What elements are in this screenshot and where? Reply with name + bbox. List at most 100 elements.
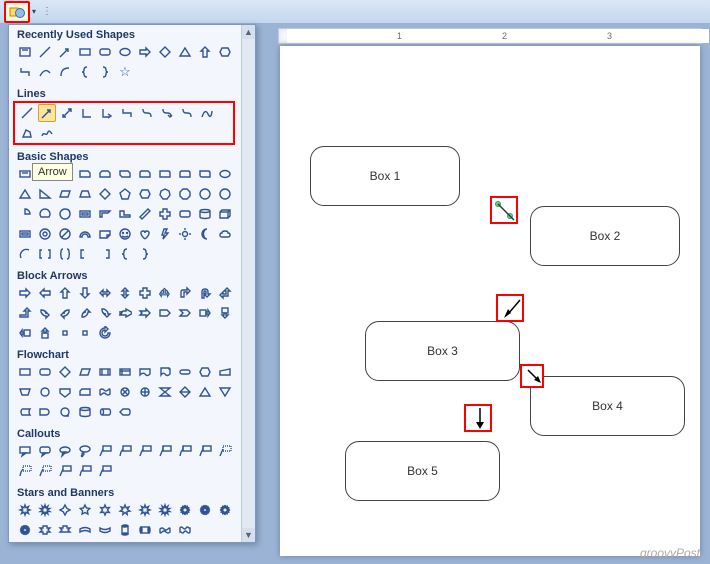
- curved-ribbon-up-icon[interactable]: [76, 521, 94, 539]
- panel-scrollbar[interactable]: ▲ ▼: [241, 25, 255, 542]
- line-icon[interactable]: [36, 43, 54, 61]
- delay-icon[interactable]: [36, 403, 54, 421]
- bevel-icon[interactable]: [16, 225, 34, 243]
- teardrop-icon[interactable]: [56, 205, 74, 223]
- diamond-icon[interactable]: [96, 185, 114, 203]
- rounded-rect-icon[interactable]: [96, 43, 114, 61]
- hexagon-icon[interactable]: [136, 185, 154, 203]
- curved-down-icon[interactable]: [96, 304, 114, 322]
- offpage-icon[interactable]: [56, 383, 74, 401]
- pentagon-icon[interactable]: [116, 185, 134, 203]
- star8-icon[interactable]: [136, 501, 154, 519]
- predefined-icon[interactable]: [96, 363, 114, 381]
- accent-border3-icon[interactable]: [96, 462, 114, 480]
- data-icon[interactable]: [76, 363, 94, 381]
- donut-icon[interactable]: [36, 225, 54, 243]
- chevron-icon[interactable]: [176, 304, 194, 322]
- up-callout-icon[interactable]: [36, 324, 54, 342]
- manual-op-icon[interactable]: [16, 383, 34, 401]
- sort-icon[interactable]: [176, 383, 194, 401]
- uturn-arrow-icon[interactable]: [196, 284, 214, 302]
- internal-storage-icon[interactable]: [116, 363, 134, 381]
- parallelogram-icon[interactable]: [56, 185, 74, 203]
- dodecagon-icon[interactable]: [216, 185, 234, 203]
- connector-handle-marker[interactable]: [490, 196, 518, 224]
- curved-arrow-icon[interactable]: [158, 104, 176, 122]
- stored-data-icon[interactable]: [16, 403, 34, 421]
- document-icon[interactable]: [136, 363, 154, 381]
- down-arrow-icon[interactable]: [76, 284, 94, 302]
- right-tri-icon[interactable]: [36, 185, 54, 203]
- moon-icon[interactable]: [196, 225, 214, 243]
- right-callout-icon[interactable]: [196, 304, 214, 322]
- elbow-arrow-icon[interactable]: [98, 104, 116, 122]
- scroll-up-icon[interactable]: ▲: [242, 25, 255, 39]
- star4-icon[interactable]: [56, 501, 74, 519]
- arrow-marker[interactable]: [520, 364, 544, 388]
- pentagon-arrow-icon[interactable]: [156, 304, 174, 322]
- curved-connector-icon[interactable]: [138, 104, 156, 122]
- l-shape-icon[interactable]: [116, 205, 134, 223]
- connector-icon[interactable]: [36, 383, 54, 401]
- up-arrow-icon[interactable]: [56, 284, 74, 302]
- process-icon[interactable]: [16, 363, 34, 381]
- insert-shapes-button[interactable]: [4, 1, 30, 23]
- star5-icon[interactable]: [76, 501, 94, 519]
- smiley-icon[interactable]: [116, 225, 134, 243]
- explosion1-icon[interactable]: [16, 501, 34, 519]
- snip-rect-icon[interactable]: [76, 165, 94, 183]
- heart-icon[interactable]: [136, 225, 154, 243]
- striped-right-icon[interactable]: [116, 304, 134, 322]
- curve-icon[interactable]: [36, 63, 54, 81]
- circular-arrow-icon[interactable]: [96, 324, 114, 342]
- freeform-icon[interactable]: [18, 124, 36, 142]
- left-arrow-icon[interactable]: [36, 284, 54, 302]
- star32-icon[interactable]: [16, 521, 34, 539]
- manual-input-icon[interactable]: [216, 363, 234, 381]
- curved-ribbon-down-icon[interactable]: [96, 521, 114, 539]
- line-callout3-icon[interactable]: [136, 442, 154, 460]
- left-up-arrow-icon[interactable]: [216, 284, 234, 302]
- wave-icon[interactable]: [156, 521, 174, 539]
- curved-up-icon[interactable]: [76, 304, 94, 322]
- cloud-icon[interactable]: [216, 225, 234, 243]
- snip2-rect-icon[interactable]: [96, 165, 114, 183]
- plaque-icon[interactable]: [176, 205, 194, 223]
- curved-right-icon[interactable]: [36, 304, 54, 322]
- accent-callout3-icon[interactable]: [196, 442, 214, 460]
- notched-right-icon[interactable]: [136, 304, 154, 322]
- left-brace-icon[interactable]: [76, 63, 94, 81]
- mag-disk-icon[interactable]: [76, 403, 94, 421]
- cloud-callout-icon[interactable]: [76, 442, 94, 460]
- arrow-marker[interactable]: [464, 404, 492, 432]
- lr-callout-icon[interactable]: [56, 324, 74, 342]
- or-icon[interactable]: [136, 383, 154, 401]
- accent-border2-icon[interactable]: [76, 462, 94, 480]
- accent-callout2-icon[interactable]: [176, 442, 194, 460]
- document-page[interactable]: Box 1 Box 2 Box 3 Box 4 Box 5: [280, 46, 700, 556]
- bent-up-arrow-icon[interactable]: [16, 304, 34, 322]
- round1-icon[interactable]: [156, 165, 174, 183]
- quad-arrow-icon[interactable]: [136, 284, 154, 302]
- arrow-line-icon[interactable]: [56, 43, 74, 61]
- chord-icon[interactable]: [36, 205, 54, 223]
- left-bracket-icon[interactable]: [76, 245, 94, 263]
- shapes-gallery-panel[interactable]: ▲ ▼ Recently Used Shapes ☆ Lines: [8, 24, 256, 543]
- star24-icon[interactable]: [216, 501, 234, 519]
- oval-callout-icon[interactable]: [56, 442, 74, 460]
- line-callout1-icon[interactable]: [96, 442, 114, 460]
- collate-icon[interactable]: [156, 383, 174, 401]
- cube-icon[interactable]: [216, 205, 234, 223]
- left-brace-icon[interactable]: [116, 245, 134, 263]
- qat-dropdown-icon[interactable]: ▾: [30, 1, 38, 23]
- shape-box-4[interactable]: Box 4: [530, 376, 685, 436]
- trapezoid-icon[interactable]: [76, 185, 94, 203]
- heptagon-icon[interactable]: [156, 185, 174, 203]
- double-bracket-icon[interactable]: [36, 245, 54, 263]
- round-callout-icon[interactable]: [36, 442, 54, 460]
- accent-border1-icon[interactable]: [56, 462, 74, 480]
- textbox-icon[interactable]: [16, 43, 34, 61]
- double-brace-icon[interactable]: [56, 245, 74, 263]
- right-arrow-icon[interactable]: [136, 43, 154, 61]
- left-right-arrow-icon[interactable]: [96, 284, 114, 302]
